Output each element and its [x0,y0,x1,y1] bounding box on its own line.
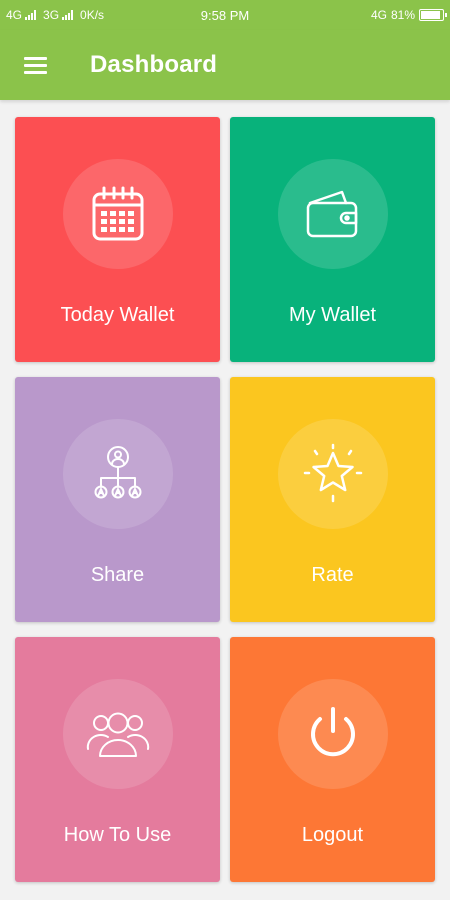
app-bar: Dashboard [0,30,450,100]
tile-label: Rate [311,564,354,586]
network-type-3: 4G [370,8,387,22]
tile-label: Share [90,564,145,586]
icon-circle [63,679,173,789]
signal-icon [62,10,74,20]
icon-circle [278,679,388,789]
icon-circle [278,419,388,529]
icon-circle [63,419,173,529]
battery-icon [419,9,447,21]
tile-label: Logout [301,824,364,846]
how-to-use-tile[interactable]: How To Use [15,637,220,882]
tile-label: Today Wallet [60,304,175,326]
users-group-icon [86,712,150,757]
dashboard-grid: Today Wallet My Wallet Share Rate How To… [15,117,435,882]
logout-tile[interactable]: Logout [230,637,435,882]
network-speed: 0K/s [80,8,105,22]
network-type-1: 4G [6,8,23,22]
icon-circle [278,159,388,269]
tile-label: My Wallet [288,304,377,326]
status-time: 9:58 PM [200,7,250,23]
star-icon [303,443,363,503]
network-type-2: 3G [43,8,60,22]
calendar-icon [92,186,144,241]
share-tile[interactable]: Share [15,377,220,622]
power-icon [311,707,355,757]
tile-label: How To Use [63,824,172,846]
icon-circle [63,159,173,269]
menu-button[interactable] [0,30,70,100]
page-title: Dashboard [90,51,218,78]
my-wallet-tile[interactable]: My Wallet [230,117,435,362]
share-network-icon [94,446,142,499]
hamburger-menu-icon [23,56,47,74]
status-left: 4G 3G 0K/s [6,8,156,22]
signal-icon [25,10,37,20]
rate-tile[interactable]: Rate [230,377,435,622]
wallet-icon [306,190,358,238]
status-right: 4G 81% [294,8,447,22]
battery-percent: 81% [390,8,415,22]
status-bar: 4G 3G 0K/s 9:58 PM 4G 81% [0,0,450,30]
today-wallet-tile[interactable]: Today Wallet [15,117,220,362]
